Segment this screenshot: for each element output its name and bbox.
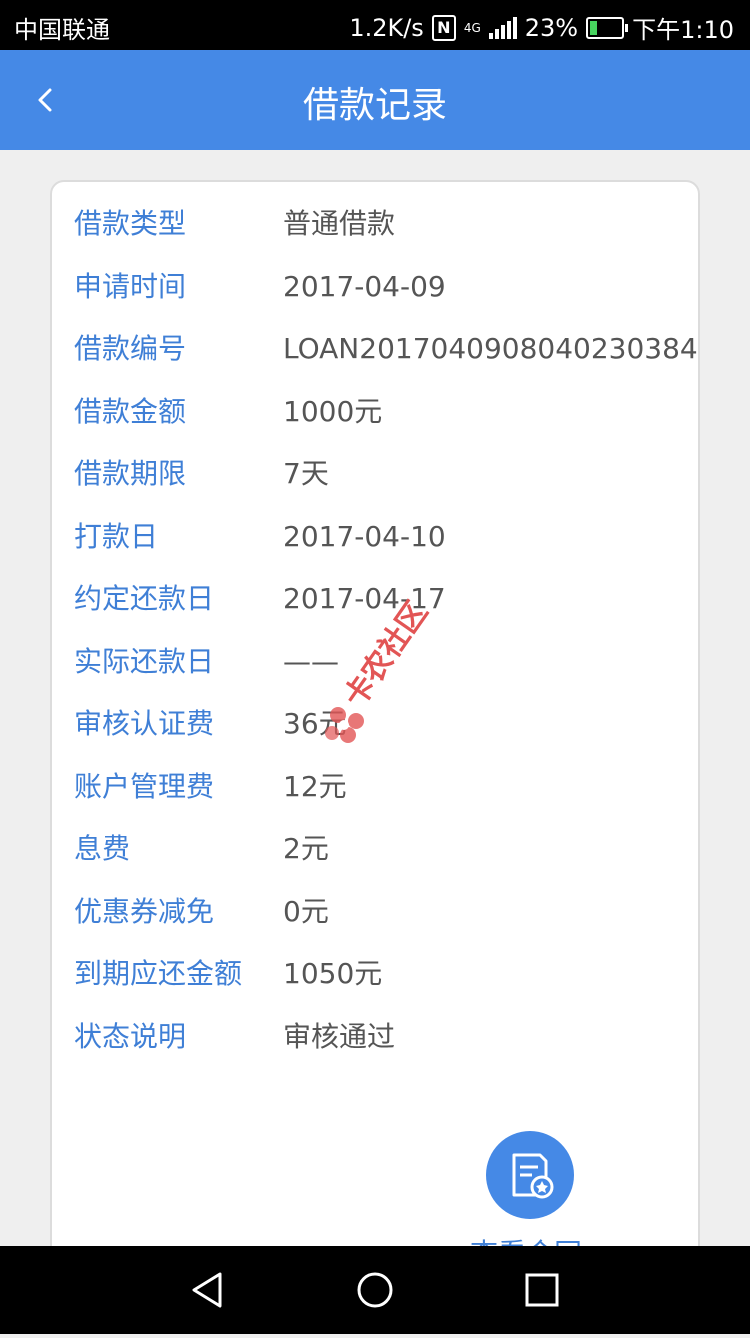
detail-label: 到期应还金额 (74, 957, 243, 990)
detail-value: 2017-04-09 (283, 270, 446, 303)
detail-label: 状态说明 (74, 1020, 187, 1053)
battery-icon (586, 16, 629, 39)
status-bar: 中国联通 1.2K/s N 4G 23% 下午1:10 (0, 0, 750, 50)
network-type: 4G (463, 20, 481, 35)
detail-value: 1000元 (283, 395, 383, 428)
battery-percent: 23% (524, 13, 579, 42)
square-recents-icon (525, 1273, 559, 1307)
detail-label: 借款编号 (74, 332, 187, 365)
view-contract-button[interactable] (486, 1131, 574, 1219)
battery-level-fill (590, 20, 597, 35)
detail-label: 借款类型 (74, 207, 187, 240)
detail-value: 0元 (283, 895, 329, 928)
signal-icon (488, 16, 517, 39)
contract-document-icon (512, 1153, 554, 1199)
carrier-name: 中国联通 (14, 16, 110, 44)
detail-value: 2017-04-17 (283, 582, 446, 615)
nav-home-button[interactable] (335, 1246, 415, 1334)
loan-detail-card: 借款类型 普通借款 申请时间 2017-04-09 借款编号 LOAN20170… (50, 180, 700, 1304)
detail-label: 账户管理费 (74, 770, 215, 803)
detail-label: 审核认证费 (74, 707, 215, 740)
detail-value: —— (283, 645, 339, 678)
detail-value: 12元 (283, 770, 347, 803)
detail-value: 审核通过 (283, 1020, 396, 1053)
clock: 下午1:10 (632, 16, 734, 44)
detail-label: 借款期限 (74, 457, 187, 490)
detail-value: 普通借款 (283, 207, 396, 240)
detail-value: 2元 (283, 832, 329, 865)
circle-home-icon (357, 1272, 393, 1308)
detail-value: 7天 (283, 457, 329, 490)
detail-value: 2017-04-10 (283, 520, 446, 553)
triangle-back-icon (192, 1272, 222, 1308)
detail-label: 息费 (74, 832, 131, 865)
detail-label: 优惠券减免 (74, 895, 215, 928)
detail-label: 实际还款日 (74, 645, 215, 678)
status-indicators: 1.2K/s N 4G 23% 下午1:10 (349, 10, 734, 45)
network-speed: 1.2K/s (349, 13, 424, 42)
nav-recents-button[interactable] (502, 1246, 582, 1334)
detail-value: LOAN2017040908040230384571 (283, 332, 698, 365)
app-header: 借款记录 (0, 50, 750, 150)
detail-label: 约定还款日 (74, 582, 215, 615)
detail-label: 申请时间 (74, 270, 187, 303)
detail-label: 打款日 (74, 520, 159, 553)
nfc-icon: N (431, 14, 456, 41)
detail-value: 1050元 (283, 957, 383, 990)
system-nav-bar (0, 1246, 750, 1334)
detail-label: 借款金额 (74, 395, 187, 428)
detail-value: 36元 (283, 707, 347, 740)
nav-back-button[interactable] (168, 1246, 248, 1334)
page-title: 借款记录 (302, 85, 447, 126)
